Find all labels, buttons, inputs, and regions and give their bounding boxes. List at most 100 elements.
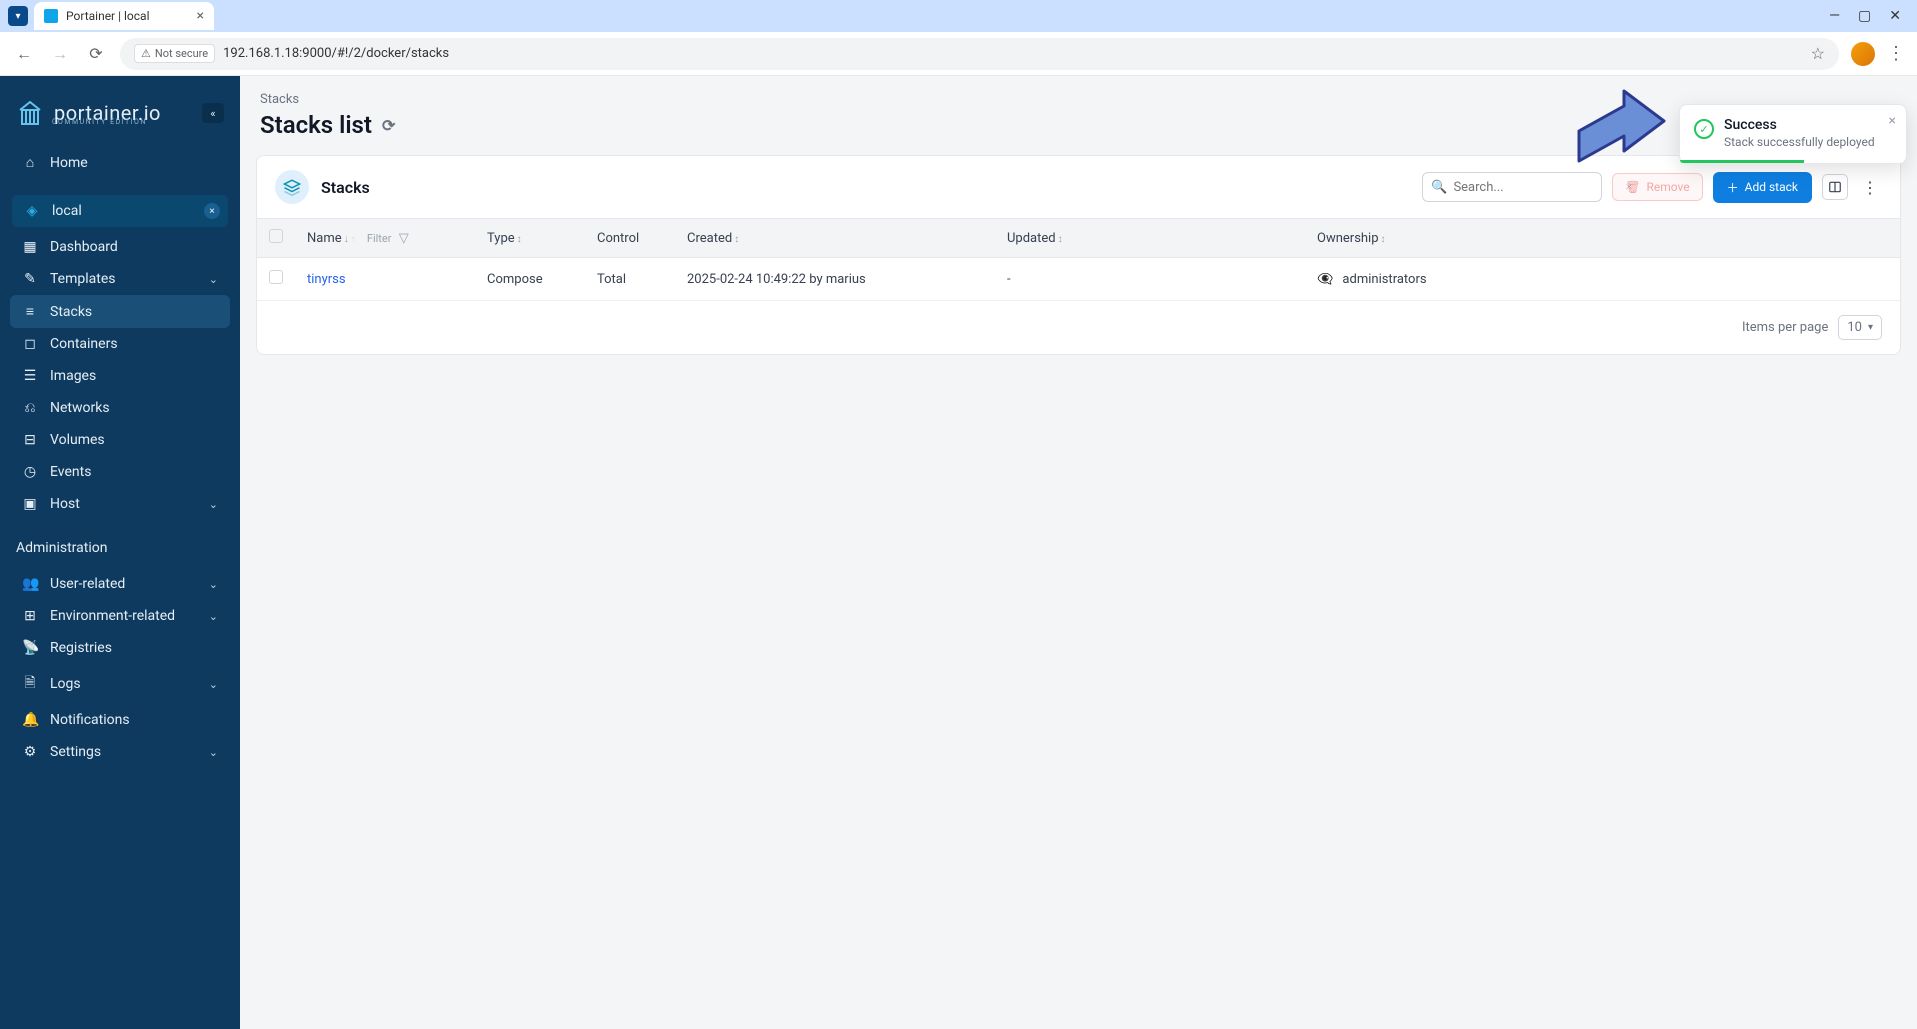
- security-badge[interactable]: ⚠ Not secure: [134, 44, 215, 63]
- stack-name-link[interactable]: tinyrss: [307, 272, 346, 287]
- main-content: Stacks Stacks list ⟳ Stacks 🔍 × 🗑: [240, 76, 1917, 1029]
- cell-created: 2025-02-24 10:49:22 by marius: [675, 258, 995, 301]
- cell-updated: -: [995, 258, 1305, 301]
- search-input[interactable]: [1453, 180, 1619, 195]
- toast-close-icon[interactable]: ×: [1889, 113, 1896, 129]
- window-close-icon[interactable]: ✕: [1889, 8, 1901, 24]
- sidebar-item-label: Notifications: [50, 712, 130, 728]
- toast-message: Stack successfully deployed: [1724, 135, 1875, 149]
- env-icon: ⊞: [22, 608, 38, 624]
- sidebar-item-settings[interactable]: ⚙ Settings ⌄: [10, 736, 230, 768]
- table-header-row: Name↓↑ Filter ▽ Type↕ Control Created↕ U…: [257, 219, 1900, 258]
- sidebar-item-networks[interactable]: ⎌ Networks: [10, 392, 230, 424]
- sidebar-item-host[interactable]: ▣ Host ⌄: [10, 488, 230, 520]
- columns-icon: [1828, 180, 1842, 194]
- annotation-arrow: [1569, 86, 1669, 170]
- sidebar-item-registries[interactable]: 📡 Registries: [10, 632, 230, 664]
- col-created-label: Created: [687, 231, 732, 246]
- tab-close-icon[interactable]: ×: [197, 8, 204, 24]
- toast-title: Success: [1724, 117, 1875, 133]
- search-input-wrapper[interactable]: 🔍 ×: [1422, 172, 1602, 202]
- sidebar-item-events[interactable]: ◷ Events: [10, 456, 230, 488]
- sidebar-item-images[interactable]: ☰ Images: [10, 360, 230, 392]
- sidebar-item-volumes[interactable]: ⊟ Volumes: [10, 424, 230, 456]
- sidebar-item-notifications[interactable]: 🔔 Notifications: [10, 704, 230, 736]
- browser-tab[interactable]: Portainer | local ×: [34, 2, 214, 30]
- registries-icon: 📡: [22, 640, 38, 656]
- sidebar-item-label: Volumes: [50, 432, 105, 448]
- sidebar-item-logs[interactable]: 🗎 Logs ⌄: [10, 664, 230, 704]
- sidebar-environment[interactable]: ◈ local ×: [12, 195, 228, 227]
- sidebar-item-env-related[interactable]: ⊞ Environment-related ⌄: [10, 600, 230, 632]
- sidebar-item-label: Images: [50, 368, 96, 384]
- select-all-checkbox[interactable]: [269, 229, 283, 243]
- stacks-table: Name↓↑ Filter ▽ Type↕ Control Created↕ U…: [257, 218, 1900, 301]
- networks-icon: ⎌: [22, 400, 38, 416]
- filter-icon[interactable]: ▽: [399, 231, 409, 246]
- ownership-label: administrators: [1342, 272, 1426, 287]
- col-type[interactable]: Type↕: [475, 219, 585, 258]
- table-footer: Items per page 10 ▾: [257, 301, 1900, 354]
- window-minimize-icon[interactable]: ―: [1829, 8, 1840, 24]
- filter-label[interactable]: Filter: [367, 232, 392, 245]
- sidebar-item-templates[interactable]: ✎ Templates ⌄: [10, 263, 230, 295]
- warning-icon: ⚠: [141, 47, 151, 60]
- portainer-logo-icon: [16, 96, 44, 130]
- sort-up-icon: ↑: [351, 234, 356, 245]
- volumes-icon: ⊟: [22, 432, 38, 448]
- sidebar-env-label: local: [52, 203, 82, 219]
- url-bar[interactable]: ⚠ Not secure 192.168.1.18:9000/#!/2/dock…: [120, 38, 1839, 70]
- col-control: Control: [585, 219, 675, 258]
- nav-reload-icon[interactable]: ⟳: [84, 42, 108, 66]
- sidebar-item-label: Host: [50, 496, 80, 512]
- browser-kebab-icon[interactable]: ⋮: [1887, 43, 1905, 64]
- sidebar-collapse-button[interactable]: «: [202, 103, 224, 123]
- profile-avatar[interactable]: [1851, 42, 1875, 66]
- chevron-down-icon: ⌄: [209, 610, 218, 623]
- brand-row: portainer.io COMMUNITY EDITION «: [0, 82, 240, 140]
- nav-forward-icon[interactable]: →: [48, 42, 72, 66]
- window-maximize-icon[interactable]: ▢: [1858, 8, 1871, 24]
- add-stack-button[interactable]: ＋ Add stack: [1713, 172, 1812, 203]
- gear-icon: ⚙: [22, 744, 38, 760]
- containers-icon: ◻: [22, 336, 38, 352]
- sort-icon: ↕: [734, 234, 739, 245]
- stacks-icon: ≡: [22, 303, 38, 320]
- sidebar-item-label: Templates: [50, 271, 116, 287]
- row-checkbox[interactable]: [269, 270, 283, 284]
- col-ownership[interactable]: Ownership↕: [1305, 219, 1900, 258]
- columns-toggle-button[interactable]: [1822, 174, 1848, 200]
- bookmark-star-icon[interactable]: ☆: [1811, 44, 1825, 63]
- env-close-icon[interactable]: ×: [204, 203, 220, 219]
- col-updated-label: Updated: [1007, 231, 1056, 246]
- refresh-icon[interactable]: ⟳: [382, 116, 395, 135]
- sidebar-item-user-related[interactable]: 👥 User-related ⌄: [10, 568, 230, 600]
- items-per-page-label: Items per page: [1742, 320, 1828, 335]
- nav-back-icon[interactable]: ←: [12, 42, 36, 66]
- remove-button[interactable]: 🗑 Remove: [1612, 173, 1702, 201]
- sidebar-item-label: Home: [50, 155, 88, 171]
- home-icon: ⌂: [22, 154, 38, 171]
- toast-progress-bar: [1680, 160, 1804, 163]
- panel-kebab-icon[interactable]: ⋮: [1858, 178, 1882, 197]
- col-created[interactable]: Created↕: [675, 219, 995, 258]
- sidebar-item-label: User-related: [50, 576, 125, 592]
- remove-label: Remove: [1646, 180, 1689, 194]
- templates-icon: ✎: [22, 271, 38, 287]
- sidebar-item-dashboard[interactable]: ▦ Dashboard: [10, 231, 230, 263]
- col-updated[interactable]: Updated↕: [995, 219, 1305, 258]
- col-name[interactable]: Name↓↑ Filter ▽: [295, 219, 475, 258]
- sidebar-item-home[interactable]: ⌂ Home: [10, 146, 230, 179]
- browser-menu-button[interactable]: ▾: [8, 6, 28, 26]
- col-type-label: Type: [487, 231, 515, 246]
- col-control-label: Control: [597, 231, 639, 246]
- chevron-down-icon: ⌄: [209, 678, 218, 691]
- sidebar-item-stacks[interactable]: ≡ Stacks: [10, 295, 230, 328]
- app-root: portainer.io COMMUNITY EDITION « ⌂ Home …: [0, 76, 1917, 1029]
- sidebar-item-containers[interactable]: ◻ Containers: [10, 328, 230, 360]
- sidebar-item-label: Environment-related: [50, 608, 175, 624]
- items-per-page-select[interactable]: 10 ▾: [1838, 315, 1882, 340]
- url-text: 192.168.1.18:9000/#!/2/docker/stacks: [223, 46, 449, 61]
- brand-edition: COMMUNITY EDITION: [52, 118, 147, 126]
- security-label: Not secure: [155, 47, 208, 60]
